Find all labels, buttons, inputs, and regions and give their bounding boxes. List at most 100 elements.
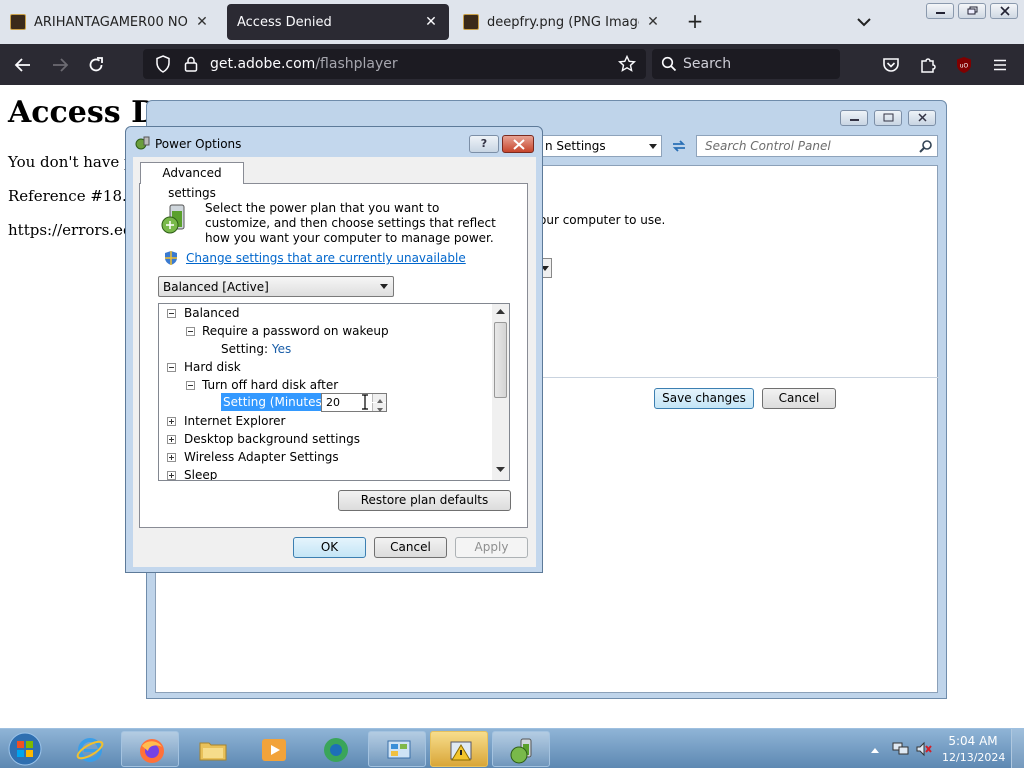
tree-item-sleep[interactable]: Sleep [167, 466, 217, 480]
list-all-tabs-chevron-icon[interactable] [852, 10, 876, 34]
url-text[interactable]: get.adobe.com/flashplayer [210, 56, 398, 72]
tree-item-internet-explorer[interactable]: Internet Explorer [167, 412, 285, 430]
forward-arrow-icon[interactable] [47, 52, 73, 78]
uac-shield-icon [164, 250, 178, 269]
expand-icon[interactable] [167, 471, 176, 480]
save-changes-button[interactable]: Save changes [654, 388, 754, 409]
clock-date[interactable]: 12/13/2024 [942, 751, 1005, 764]
taskbar: 5:04 AM 12/13/2024 [0, 728, 1024, 768]
tree-item-balanced[interactable]: Balanced [167, 304, 239, 322]
collapse-icon[interactable] [186, 381, 195, 390]
cp-address-text: n Settings [545, 139, 606, 153]
search-icon[interactable] [919, 139, 933, 153]
tree-item-hard-disk[interactable]: Hard disk [167, 358, 241, 376]
text-cursor-icon [361, 394, 369, 413]
collapse-icon[interactable] [186, 327, 195, 336]
app-bubble-icon [324, 738, 348, 762]
tree-item-require-password[interactable]: Require a password on wakeup [186, 322, 389, 340]
window-close-button[interactable] [990, 3, 1018, 19]
taskbar-media-player[interactable] [244, 731, 302, 767]
taskbar-action-center[interactable] [430, 731, 488, 767]
close-tab-icon[interactable]: ✕ [194, 14, 210, 30]
help-button[interactable]: ? [469, 135, 499, 153]
internet-explorer-icon [76, 738, 104, 762]
folder-icon [199, 742, 227, 761]
collapse-icon[interactable] [167, 309, 176, 318]
volume-muted-icon[interactable] [915, 741, 933, 760]
extensions-puzzle-icon[interactable] [915, 52, 941, 78]
setting-value-yes[interactable]: Yes [272, 342, 291, 356]
apply-button[interactable]: Apply [455, 537, 528, 558]
collapse-icon[interactable] [167, 363, 176, 372]
cp-cancel-button[interactable]: Cancel [762, 388, 836, 409]
change-unavailable-settings-link[interactable]: Change settings that are currently unava… [186, 251, 466, 265]
ublock-origin-icon[interactable]: uO [951, 52, 977, 78]
tree-item-turn-off-disk[interactable]: Turn off hard disk after [186, 376, 338, 394]
tab-title: Access Denied [237, 14, 332, 30]
tab-favicon [463, 14, 479, 30]
tree-setting-password[interactable]: Setting: Yes [221, 340, 291, 358]
close-tab-icon[interactable]: ✕ [645, 14, 661, 30]
media-player-icon [262, 739, 286, 761]
bookmark-star-icon[interactable] [617, 54, 637, 76]
dialog-close-button[interactable] [502, 135, 534, 153]
window-restore-button[interactable] [958, 3, 986, 19]
search-bar[interactable]: Search [652, 49, 840, 79]
taskbar-power-options[interactable] [492, 731, 550, 767]
chevron-down-icon [380, 284, 388, 289]
tab-deepfry[interactable]: deepfry.png (PNG Image, 614 × ✕ [453, 4, 671, 40]
minutes-spinbox[interactable] [321, 393, 387, 412]
close-tab-icon[interactable]: ✕ [423, 14, 439, 30]
hamburger-menu-icon[interactable] [987, 52, 1013, 78]
show-desktop-button[interactable] [1011, 729, 1024, 768]
tree-item-wireless-adapter[interactable]: Wireless Adapter Settings [167, 448, 339, 466]
cp-restore-button[interactable] [874, 110, 902, 126]
cp-address-bar[interactable]: n Settings [542, 135, 662, 157]
start-orb-icon[interactable] [3, 730, 47, 768]
firefox-icon [140, 739, 164, 763]
spin-down-arrow-icon[interactable] [372, 403, 386, 412]
svg-text:uO: uO [960, 63, 969, 70]
reload-icon[interactable] [83, 52, 109, 78]
vertical-scrollbar[interactable] [492, 304, 509, 480]
expand-icon[interactable] [167, 435, 176, 444]
site-lock-icon[interactable] [183, 55, 199, 76]
expand-icon[interactable] [167, 417, 176, 426]
chevron-down-icon[interactable] [649, 144, 657, 149]
restore-plan-defaults-button[interactable]: Restore plan defaults [338, 490, 511, 511]
clock-time[interactable]: 5:04 AM [948, 734, 998, 748]
new-tab-icon[interactable]: + [684, 10, 706, 34]
dialog-body: Advanced settings Select the power plan … [133, 157, 536, 567]
tab-advanced-settings[interactable]: Advanced settings [140, 162, 244, 200]
tab-access-denied[interactable]: Access Denied ✕ [227, 4, 449, 40]
url-bar[interactable]: get.adobe.com/flashplayer [143, 49, 646, 79]
cancel-button[interactable]: Cancel [374, 537, 447, 558]
taskbar-control-panel[interactable] [368, 731, 426, 767]
back-arrow-icon[interactable] [10, 52, 36, 78]
scroll-up-arrow-icon[interactable] [496, 309, 505, 315]
spin-up-arrow-icon[interactable] [372, 394, 386, 403]
power-plan-select[interactable]: Balanced [Active] [158, 276, 394, 297]
ok-button[interactable]: OK [293, 537, 366, 558]
taskbar-app-bubble[interactable] [306, 731, 364, 767]
taskbar-firefox[interactable] [121, 731, 179, 767]
cp-search-placeholder: Search Control Panel [705, 139, 831, 153]
scrollbar-thumb[interactable] [494, 322, 507, 398]
taskbar-explorer[interactable] [183, 731, 241, 767]
cp-minimize-button[interactable] [840, 110, 868, 126]
show-hidden-icons-arrow[interactable] [870, 743, 880, 757]
window-minimize-button[interactable] [926, 3, 954, 19]
expand-icon[interactable] [167, 453, 176, 462]
pocket-icon[interactable] [878, 52, 904, 78]
dialog-description: Select the power plan that you want to c… [205, 201, 496, 245]
scroll-down-arrow-icon[interactable] [496, 467, 505, 473]
tracking-protection-shield-icon[interactable] [155, 55, 171, 76]
tree-item-desktop-background[interactable]: Desktop background settings [167, 430, 360, 448]
taskbar-internet-explorer[interactable] [60, 731, 118, 767]
tab-arihantagamer[interactable]: ARIHANTAGAMER00 NOOB 9 Y ✕ [0, 4, 220, 40]
power-options-icon [135, 135, 151, 154]
cp-close-button[interactable] [908, 110, 936, 126]
cp-search-input[interactable]: Search Control Panel [696, 135, 938, 157]
cp-refresh-icon[interactable] [668, 135, 690, 157]
network-icon[interactable] [892, 741, 910, 760]
